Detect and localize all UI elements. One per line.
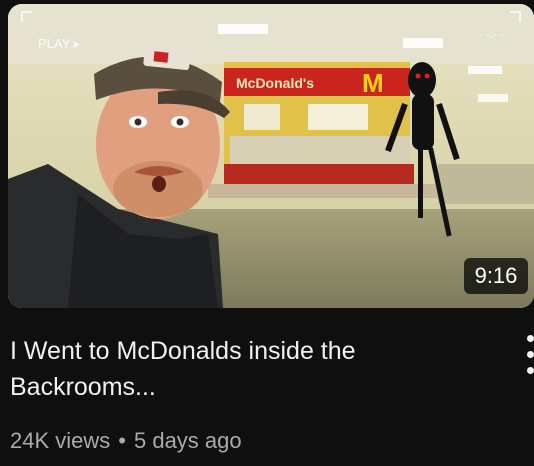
video-card[interactable]: McDonald's M PLAY ▸ - -:- - 9:16 I Went … — [0, 0, 534, 466]
view-count: 24K views — [10, 428, 111, 453]
duration-badge: 9:16 — [464, 258, 528, 294]
video-title[interactable]: I Went to McDonalds inside the Backrooms… — [10, 333, 490, 405]
video-metadata: 24K views • 5 days ago — [10, 426, 242, 456]
meta-separator: • — [118, 428, 126, 453]
mcdonalds-logo: M — [362, 68, 384, 98]
mcdonalds-sign: McDonald's — [236, 75, 314, 91]
video-thumbnail[interactable]: McDonald's M PLAY ▸ - -:- - 9:16 — [8, 4, 534, 308]
play-overlay-text: PLAY ▸ — [38, 36, 81, 51]
upload-age: 5 days ago — [133, 428, 242, 453]
rec-overlay-dashes: - -:- - — [478, 27, 504, 41]
more-vert-icon[interactable] — [516, 333, 534, 377]
thumbnail-image: McDonald's M PLAY ▸ - -:- - — [8, 4, 534, 308]
